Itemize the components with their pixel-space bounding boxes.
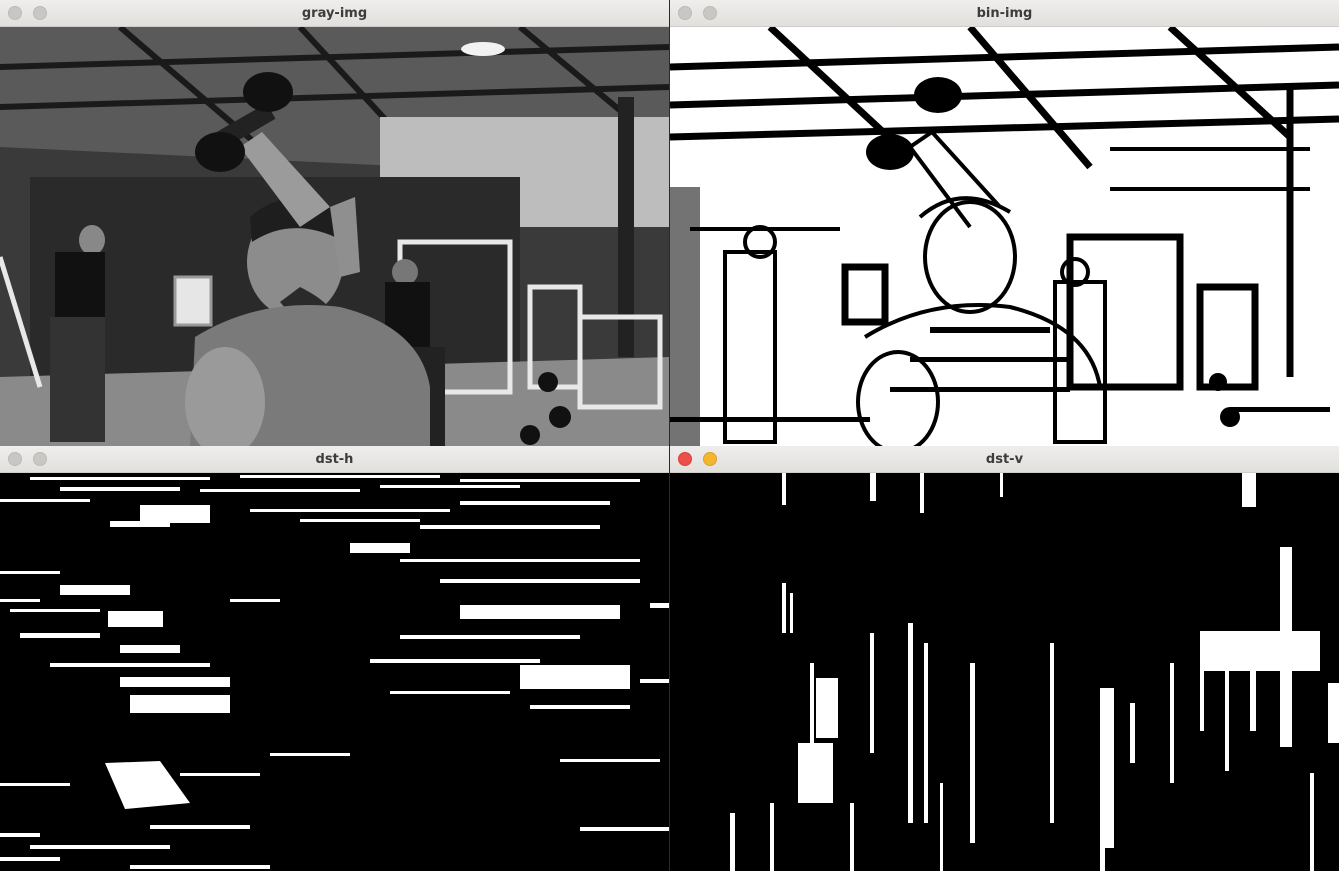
vertical-lines-image-icon xyxy=(670,473,1339,871)
titlebar[interactable]: bin-img xyxy=(670,0,1339,27)
image-canvas xyxy=(0,27,669,446)
window-dst-v[interactable]: dst-v xyxy=(670,446,1339,871)
grayscale-photo-icon xyxy=(0,27,669,446)
desktop: gray-img bin-img dst-h dst-v xyxy=(0,0,1339,871)
window-title: bin-img xyxy=(976,6,1033,21)
image-canvas xyxy=(0,473,669,871)
titlebar[interactable]: dst-v xyxy=(670,446,1339,473)
titlebar[interactable]: gray-img xyxy=(0,0,669,27)
window-title: dst-v xyxy=(985,452,1024,467)
window-bin-img[interactable]: bin-img xyxy=(670,0,1339,446)
image-canvas xyxy=(670,27,1339,446)
window-gray-img[interactable]: gray-img xyxy=(0,0,669,446)
window-title: dst-h xyxy=(315,452,354,467)
window-title: gray-img xyxy=(301,6,368,21)
window-dst-h[interactable]: dst-h xyxy=(0,446,669,871)
titlebar[interactable]: dst-h xyxy=(0,446,669,473)
image-canvas xyxy=(670,473,1339,871)
horizontal-lines-image-icon xyxy=(0,473,669,871)
binary-threshold-image-icon xyxy=(670,27,1339,446)
